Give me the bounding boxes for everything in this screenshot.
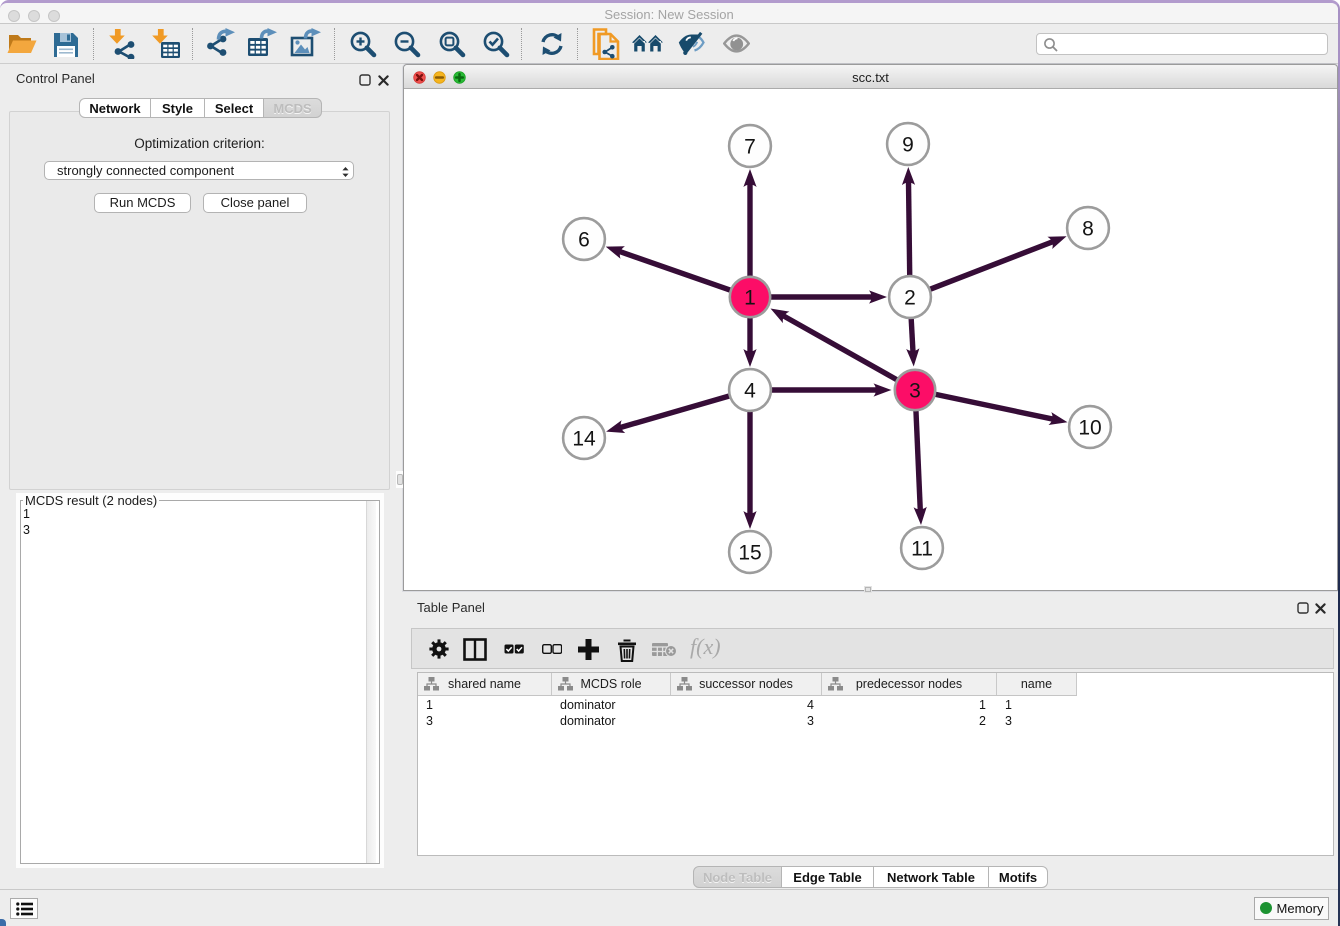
svg-text:14: 14	[572, 428, 596, 451]
svg-text:3: 3	[909, 380, 921, 403]
svg-text:4: 4	[744, 380, 756, 403]
svg-text:10: 10	[1078, 417, 1101, 440]
svg-text:6: 6	[578, 229, 590, 252]
svg-text:2: 2	[904, 287, 916, 310]
svg-text:15: 15	[738, 542, 761, 565]
svg-text:9: 9	[902, 134, 914, 157]
svg-text:11: 11	[911, 538, 933, 561]
svg-text:1: 1	[744, 287, 756, 310]
svg-text:7: 7	[744, 136, 756, 159]
svg-text:8: 8	[1082, 218, 1094, 241]
